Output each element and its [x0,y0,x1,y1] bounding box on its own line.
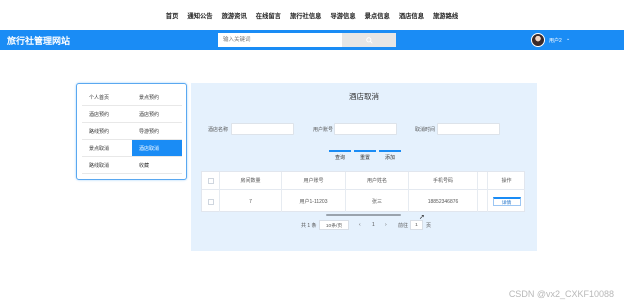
nav-routes[interactable]: 旅游路线 [433,11,458,20]
top-nav: 首页 通知公告 旅游资讯 在线留言 旅行社信息 导游信息 景点信息 酒店信息 旅… [0,0,624,30]
menu-item-profile[interactable]: 个人首页 [82,89,132,106]
search-icon [365,36,373,44]
pagination-goto-label: 前往 [398,223,409,229]
menu-item-route-cancel[interactable]: 路线取消 [82,157,132,174]
menu-item-hotel-cancel[interactable]: 酒店取消 [132,140,182,157]
cancel-time-input[interactable] [437,123,500,135]
nav-travel-news[interactable]: 旅游资讯 [222,11,247,20]
menu-item-hotel-booking-2[interactable]: 酒店预约 [132,106,182,123]
search-button-main[interactable]: 查询 [329,150,351,161]
avatar[interactable] [531,33,545,47]
pagination-next[interactable]: › [385,222,387,228]
page-title: 酒店取消 [349,92,379,101]
header-select-all[interactable] [202,172,219,190]
column-header-extra [478,172,487,190]
search-input[interactable] [218,33,342,47]
page-size-select[interactable]: 10条/页 [319,220,349,230]
menu-item-route-booking[interactable]: 路线预约 [82,123,132,140]
column-header-rooms: 房间数量 [220,172,281,190]
user-name[interactable]: 用户2 [549,37,562,44]
cell-phone: 18852346876 [427,198,459,205]
filter-label-hotel-name: 酒店名称 [208,127,229,133]
pagination-total: 共 1 条 [301,223,317,229]
header-bar: 旅行社管理网站 用户2 ⌄ [0,30,624,50]
column-header-phone: 手机号码 [409,172,477,190]
column-header-account: 用户账号 [282,172,345,190]
filter-label-user-account: 用户账号 [313,127,334,133]
cell-name: 张三 [371,199,382,205]
pagination-goto-input[interactable]: 1 [410,220,423,230]
column-header-action: 操作 [488,172,525,190]
data-table: 房间数量 用户账号 用户姓名 手机号码 操作 7 用户1-11203 张三 18… [201,171,525,212]
row-select[interactable] [202,191,219,212]
side-menu: 个人首页 景点预约 酒店预约 酒店预约 路线预约 导游预约 景点取消 酒店取消 … [76,83,187,180]
nav-hotel-info[interactable]: 酒店信息 [399,11,424,20]
add-button[interactable]: 添加 [379,150,401,161]
menu-item-scenic-cancel[interactable]: 景点取消 [82,140,132,157]
chevron-down-icon[interactable]: ⌄ [566,36,570,42]
main-panel: 酒店取消 酒店名称 用户账号 取消时间 查询 重置 添加 房间数量 用户账号 用… [191,83,537,251]
nav-agency-info[interactable]: 旅行社信息 [290,11,321,20]
pagination-current[interactable]: 1 [372,222,375,228]
menu-item-guide-booking[interactable]: 导游预约 [132,123,182,140]
filter-label-cancel-time: 取消时间 [415,127,436,133]
nav-notices[interactable]: 通知公告 [187,11,212,20]
cell-extra [478,191,487,212]
checkbox[interactable] [207,177,214,184]
nav-guide-info[interactable]: 导游信息 [330,11,355,20]
menu-item-hotel-booking[interactable]: 酒店预约 [82,106,132,123]
nav-scenic-info[interactable]: 景点信息 [365,11,390,20]
site-title: 旅行社管理网站 [7,36,71,46]
horizontal-scrollbar[interactable] [326,214,401,216]
cell-account: 用户1-11203 [299,199,328,205]
nav-messages[interactable]: 在线留言 [256,11,281,20]
cell-action: 详情 [488,191,525,212]
search-button[interactable] [342,33,396,47]
hotel-name-input[interactable] [231,123,294,135]
user-account-input[interactable] [334,123,397,135]
menu-item-favorites[interactable]: 收藏 [132,157,182,174]
nav-home[interactable]: 首页 [166,11,179,20]
checkbox[interactable] [207,198,214,205]
watermark: CSDN @vx2_CXKF10088 [508,289,614,299]
menu-item-scenic-booking[interactable]: 景点预约 [132,89,182,106]
reset-button[interactable]: 重置 [354,150,376,161]
column-header-name: 用户姓名 [346,172,408,190]
pagination-page-suffix: 页 [426,223,432,229]
pagination-prev[interactable]: ‹ [359,222,361,228]
detail-button[interactable]: 详情 [492,197,521,206]
cell-rooms: 7 [249,198,252,205]
